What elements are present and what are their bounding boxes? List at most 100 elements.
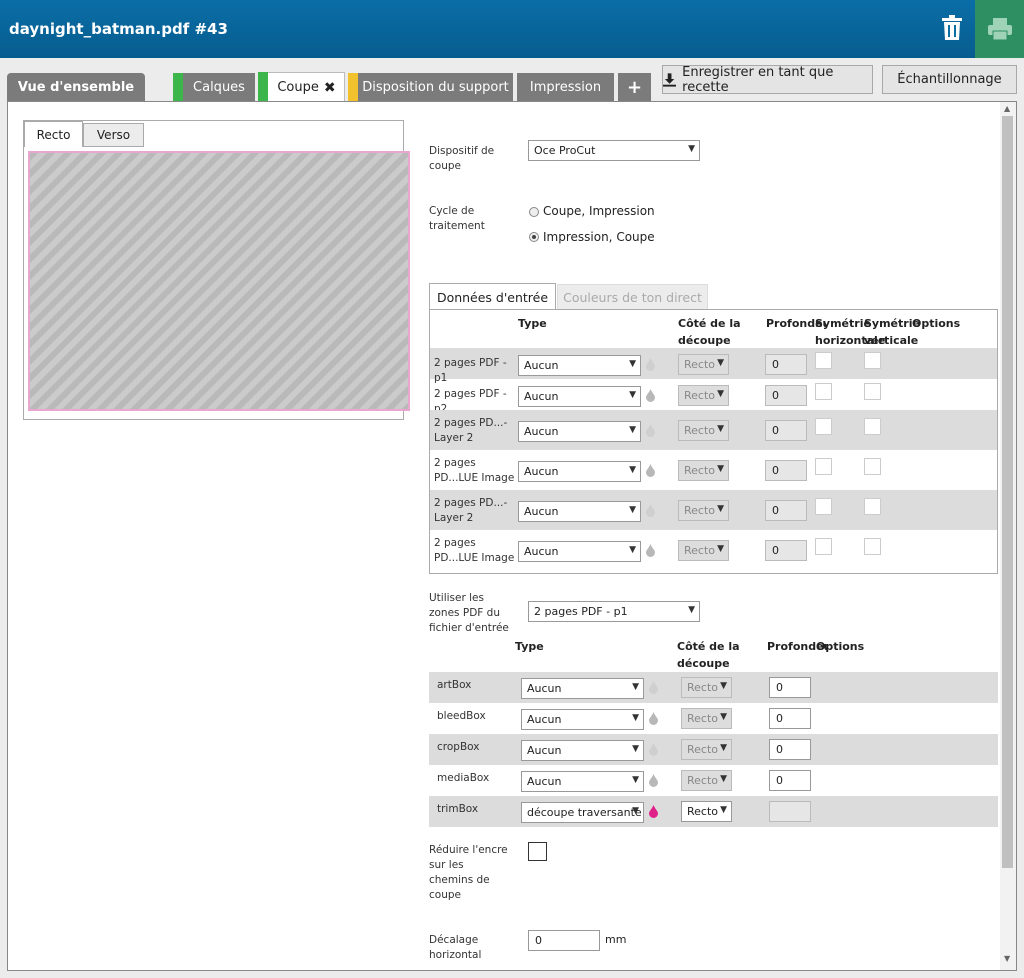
tab-print[interactable]: Impression	[517, 73, 614, 101]
side-select[interactable]: Recto ▼	[678, 540, 729, 561]
type-select[interactable]: Aucun ▼	[521, 771, 644, 792]
sym-h-checkbox[interactable]	[815, 418, 832, 435]
row-name: 2 pages PD...LUE Image	[434, 457, 515, 484]
depth-input[interactable]: 0	[765, 354, 807, 375]
tab-verso[interactable]: Verso	[83, 123, 144, 147]
sym-v-checkbox[interactable]	[864, 458, 881, 475]
side-select[interactable]: Recto ▼	[678, 500, 729, 521]
cycle-option-radio[interactable]	[529, 207, 539, 217]
ink-drop-icon	[646, 504, 655, 520]
sym-h-checkbox[interactable]	[815, 458, 832, 475]
depth-input[interactable]	[769, 801, 811, 822]
sym-h-checkbox[interactable]	[815, 383, 832, 400]
depth-input[interactable]: 0	[765, 385, 807, 406]
depth-input[interactable]: 0	[765, 500, 807, 521]
status-strip	[173, 73, 183, 101]
side-select[interactable]: Recto ▼	[678, 460, 729, 481]
type-select[interactable]: Aucun ▼	[518, 501, 641, 522]
depth-input[interactable]: 0	[769, 677, 811, 698]
sym-v-checkbox[interactable]	[864, 498, 881, 515]
type-select[interactable]: Aucun ▼	[518, 386, 641, 407]
side-select[interactable]: Recto ▼	[681, 739, 732, 760]
col-side: Côté de la découpe	[677, 640, 740, 670]
sym-h-checkbox[interactable]	[815, 538, 832, 555]
side-select[interactable]: Recto ▼	[681, 677, 732, 698]
col-options: Options	[912, 317, 961, 330]
printer-icon	[987, 18, 1012, 41]
side-select[interactable]: Recto ▼	[681, 770, 732, 791]
ink-drop-icon	[649, 712, 658, 728]
sym-v-checkbox[interactable]	[864, 418, 881, 435]
side-select[interactable]: Recto ▼	[681, 708, 732, 729]
save-recipe-button[interactable]: Enregistrer en tant que recette	[662, 65, 873, 95]
side-select[interactable]: Recto ▼	[678, 385, 729, 406]
offset-unit: mm	[605, 933, 627, 946]
side-select[interactable]: Recto ▼	[681, 801, 732, 822]
chevron-down-icon: ▼	[717, 389, 724, 399]
ink-drop-icon	[649, 774, 658, 790]
chevron-down-icon: ▼	[632, 775, 639, 785]
col-side: Côté de la découpe	[678, 317, 741, 347]
depth-input[interactable]: 0	[765, 420, 807, 441]
depth-input[interactable]: 0	[769, 739, 811, 760]
chevron-down-icon: ▼	[720, 712, 727, 722]
col-options: Options	[816, 640, 865, 653]
type-select[interactable]: Aucun ▼	[521, 709, 644, 730]
depth-input[interactable]: 0	[765, 460, 807, 481]
tab-overview[interactable]: Vue d'ensemble	[7, 73, 145, 101]
sym-h-checkbox[interactable]	[815, 498, 832, 515]
type-select[interactable]: Aucun ▼	[518, 421, 641, 442]
chevron-down-icon: ▼	[632, 682, 639, 692]
chevron-down-icon: ▼	[632, 713, 639, 723]
tab-recto[interactable]: Recto	[24, 121, 83, 147]
tab-input-data[interactable]: Données d'entrée	[429, 283, 556, 310]
zone-name: mediaBox	[437, 772, 490, 784]
depth-input[interactable]: 0	[769, 708, 811, 729]
plus-icon: +	[626, 76, 643, 98]
depth-input[interactable]: 0	[769, 770, 811, 791]
sym-h-checkbox[interactable]	[815, 352, 832, 369]
tab-layers[interactable]: Calques	[173, 73, 255, 101]
cycle-option-label: Coupe, Impression	[543, 204, 655, 218]
cycle-label: Cycle de traitement	[429, 205, 485, 232]
reduce-ink-checkbox[interactable]	[528, 842, 547, 861]
close-icon[interactable]: ✖	[324, 80, 336, 96]
depth-input[interactable]: 0	[765, 540, 807, 561]
delete-button[interactable]	[932, 10, 972, 46]
status-strip	[258, 72, 268, 103]
type-select[interactable]: Aucun ▼	[521, 740, 644, 761]
sym-v-checkbox[interactable]	[864, 352, 881, 369]
sym-v-checkbox[interactable]	[864, 538, 881, 555]
title-bar: daynight_batman.pdf #43	[0, 0, 1024, 58]
sym-v-checkbox[interactable]	[864, 383, 881, 400]
add-tab-button[interactable]: +	[618, 73, 651, 101]
scrollbar-thumb[interactable]	[1002, 116, 1013, 868]
chevron-down-icon: ▼	[717, 424, 724, 434]
scroll-up-icon[interactable]: ▲	[1004, 104, 1010, 113]
scrollbar[interactable]: ▲ ▼	[1000, 102, 1016, 970]
type-select[interactable]: Aucun ▼	[518, 541, 641, 562]
tab-spot-colors[interactable]: Couleurs de ton direct	[557, 284, 708, 310]
cutter-select[interactable]: Oce ProCut ▼	[528, 140, 700, 161]
status-strip	[348, 73, 358, 101]
type-select[interactable]: Aucun ▼	[518, 355, 641, 376]
sampling-button[interactable]: Échantillonnage	[882, 65, 1017, 94]
scroll-down-icon[interactable]: ▼	[1004, 954, 1010, 963]
zone-name: cropBox	[437, 741, 480, 753]
row-name: 2 pages PD...- Layer 2	[434, 497, 508, 524]
tab-cut[interactable]: Coupe ✖	[258, 72, 345, 103]
cycle-option-radio[interactable]	[529, 232, 539, 242]
side-select[interactable]: Recto ▼	[678, 354, 729, 375]
offset-input[interactable]: 0	[528, 930, 600, 951]
page-preview	[28, 151, 410, 411]
type-select[interactable]: découpe traversante ▼	[521, 802, 644, 823]
ink-drop-icon	[646, 544, 655, 560]
tab-media-layout[interactable]: Disposition du support	[348, 73, 513, 101]
type-select[interactable]: Aucun ▼	[518, 461, 641, 482]
row-name: 2 pages PD...- Layer 2	[434, 417, 508, 444]
zone-name: artBox	[437, 679, 472, 691]
type-select[interactable]: Aucun ▼	[521, 678, 644, 699]
side-select[interactable]: Recto ▼	[678, 420, 729, 441]
zones-select[interactable]: 2 pages PDF - p1 ▼	[528, 601, 700, 622]
print-button[interactable]	[975, 0, 1024, 58]
